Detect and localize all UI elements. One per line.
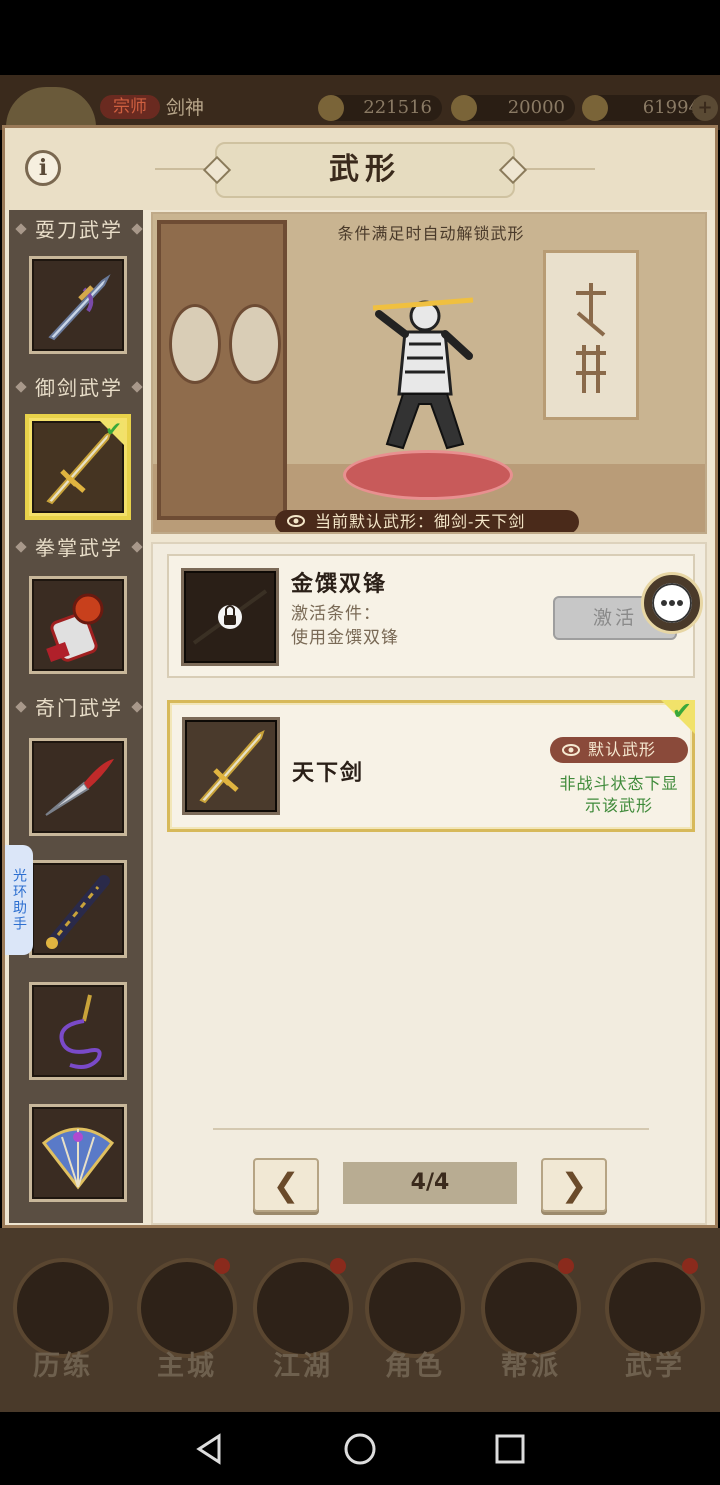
golden-sword-icon xyxy=(199,730,265,804)
title-decoration xyxy=(519,168,595,170)
weapon-slot-blade[interactable] xyxy=(29,256,127,354)
dialog-header: i 武形 xyxy=(5,128,715,210)
check-icon: ✔ xyxy=(105,418,122,441)
top-bar: 宗师 剑神 221516 20000 61994 + xyxy=(0,75,720,130)
nav-label: 角色 xyxy=(385,1351,445,1382)
prev-page-button[interactable]: ❮ xyxy=(253,1158,319,1212)
status-bar xyxy=(0,0,720,75)
check-icon: ✔ xyxy=(671,697,692,725)
weapon-slot-sword[interactable]: ✔ xyxy=(29,418,127,516)
notification-dot xyxy=(682,1258,698,1274)
player-name: 剑神 xyxy=(166,97,205,119)
lock-icon xyxy=(192,589,268,645)
stamina-icon xyxy=(451,95,477,121)
nav-item-martial-arts[interactable]: 武学 xyxy=(600,1258,710,1383)
default-wuxing-note: 非战斗状态下显示该武形 xyxy=(559,774,679,815)
nav-item-guild[interactable]: 帮派 xyxy=(476,1258,586,1383)
notification-dot xyxy=(558,1258,574,1274)
gold-ingot-icon xyxy=(582,95,608,121)
category-title-fist: 拳掌武学 xyxy=(15,532,143,564)
chat-icon xyxy=(652,583,692,623)
current-default-text: 当前默认武形：御剑-天下剑 xyxy=(315,512,526,531)
screen-disc xyxy=(229,304,281,384)
nav-item-jianghu[interactable]: 江湖 xyxy=(248,1258,358,1383)
info-icon[interactable]: i xyxy=(25,150,61,186)
nav-label: 帮派 xyxy=(501,1351,561,1382)
feather-fan-icon xyxy=(41,1127,115,1190)
nav-label: 主城 xyxy=(157,1351,217,1382)
default-wuxing-badge: 默认武形 xyxy=(550,737,688,763)
next-page-button[interactable]: ❯ xyxy=(541,1158,607,1212)
training-icon xyxy=(13,1258,113,1358)
category-sidebar: 耍刀武学 御剑武学 ✔ 拳掌武学 奇门武学 xyxy=(9,210,143,1223)
category-title-exotic: 奇门武学 xyxy=(15,692,143,724)
whip-handle-icon xyxy=(46,875,110,949)
rank-badge: 宗师 xyxy=(100,95,160,119)
default-wuxing-label: 默认武形 xyxy=(588,740,657,759)
gauntlet-icon xyxy=(46,593,104,662)
locked-thumbnail xyxy=(181,568,279,666)
dagger-icon xyxy=(48,274,111,341)
activation-condition-value: 使用金馔双锋 xyxy=(291,628,399,648)
wuxing-list: 金馔双锋 激活条件： 使用金馔双锋 激活 天下剑 默认武形 非战斗状态下显示该武… xyxy=(151,542,707,1225)
current-default-wuxing: 当前默认武形：御剑-天下剑 xyxy=(275,510,579,532)
category-title-sword: 御剑武学 xyxy=(15,372,143,404)
floating-assistant-tab[interactable]: 光环助手 xyxy=(5,845,33,955)
activation-condition-label: 激活条件： xyxy=(291,604,381,624)
dialog-title: 武形 xyxy=(215,142,515,198)
notification-dot xyxy=(214,1258,230,1274)
sword-thumbnail xyxy=(182,717,280,815)
weapon-slot-exotic-2[interactable] xyxy=(29,860,127,958)
character-model xyxy=(372,297,474,450)
weapon-slot-exotic-1[interactable] xyxy=(29,738,127,836)
nav-label: 历练 xyxy=(33,1351,93,1382)
avatar[interactable] xyxy=(6,87,96,127)
character-icon xyxy=(365,1258,465,1358)
chain-dart-icon xyxy=(59,994,102,1069)
wuxing-name: 天下剑 xyxy=(292,760,365,786)
wuxing-card-selected[interactable]: 天下剑 默认武形 非战斗状态下显示该武形 ✔ xyxy=(167,697,695,832)
screen-disc xyxy=(169,304,221,384)
system-nav-bar xyxy=(0,1412,720,1485)
chat-bubble-button[interactable] xyxy=(641,572,703,634)
recents-icon[interactable] xyxy=(493,1432,527,1466)
home-icon[interactable] xyxy=(343,1432,377,1466)
resource-stamina: 20000 xyxy=(451,95,575,121)
nav-item-training[interactable]: 历练 xyxy=(8,1258,118,1383)
scroll-calligraphy-icon xyxy=(576,283,606,393)
wuxing-preview: 条件满足时自动解锁武形 当前默认武形：御剑-天下剑 xyxy=(151,212,707,534)
resource-stamina-value: 20000 xyxy=(507,97,565,118)
nav-item-city[interactable]: 主城 xyxy=(132,1258,242,1383)
folding-screen xyxy=(157,220,287,520)
resource-coins: 221516 xyxy=(318,95,442,121)
pager-divider xyxy=(213,1128,649,1130)
hanging-scroll xyxy=(543,250,639,420)
resource-gold: 61994 + xyxy=(582,95,718,121)
nav-label: 江湖 xyxy=(273,1351,333,1382)
wuxing-name: 金馔双锋 xyxy=(291,571,388,597)
weapon-slot-exotic-4[interactable] xyxy=(29,1104,127,1202)
notification-dot xyxy=(330,1258,346,1274)
wuxing-dialog: i 武形 耍刀武学 御剑武学 ✔ 拳掌武学 奇门武学 光环助手 条件满足时自动解… xyxy=(2,125,718,1228)
page-indicator: 4/4 xyxy=(343,1162,517,1204)
add-gold-icon[interactable]: + xyxy=(692,95,718,121)
nav-item-character[interactable]: 角色 xyxy=(360,1258,470,1383)
bottom-nav: 历练 主城 江湖 角色 帮派 武学 xyxy=(0,1228,720,1412)
resource-coins-value: 221516 xyxy=(363,97,432,118)
back-icon[interactable] xyxy=(193,1432,227,1466)
coin-icon xyxy=(318,95,344,121)
unlock-hint: 条件满足时自动解锁武形 xyxy=(337,224,525,243)
dart-icon xyxy=(45,759,114,816)
category-title-blade: 耍刀武学 xyxy=(15,214,143,246)
weapon-slot-fist[interactable] xyxy=(29,576,127,674)
wuxing-card-locked[interactable]: 金馔双锋 激活条件： 使用金馔双锋 激活 xyxy=(167,554,703,678)
weapon-slot-exotic-3[interactable] xyxy=(29,982,127,1080)
eye-icon xyxy=(287,515,305,527)
eye-icon xyxy=(562,744,580,756)
nav-label: 武学 xyxy=(625,1351,685,1382)
